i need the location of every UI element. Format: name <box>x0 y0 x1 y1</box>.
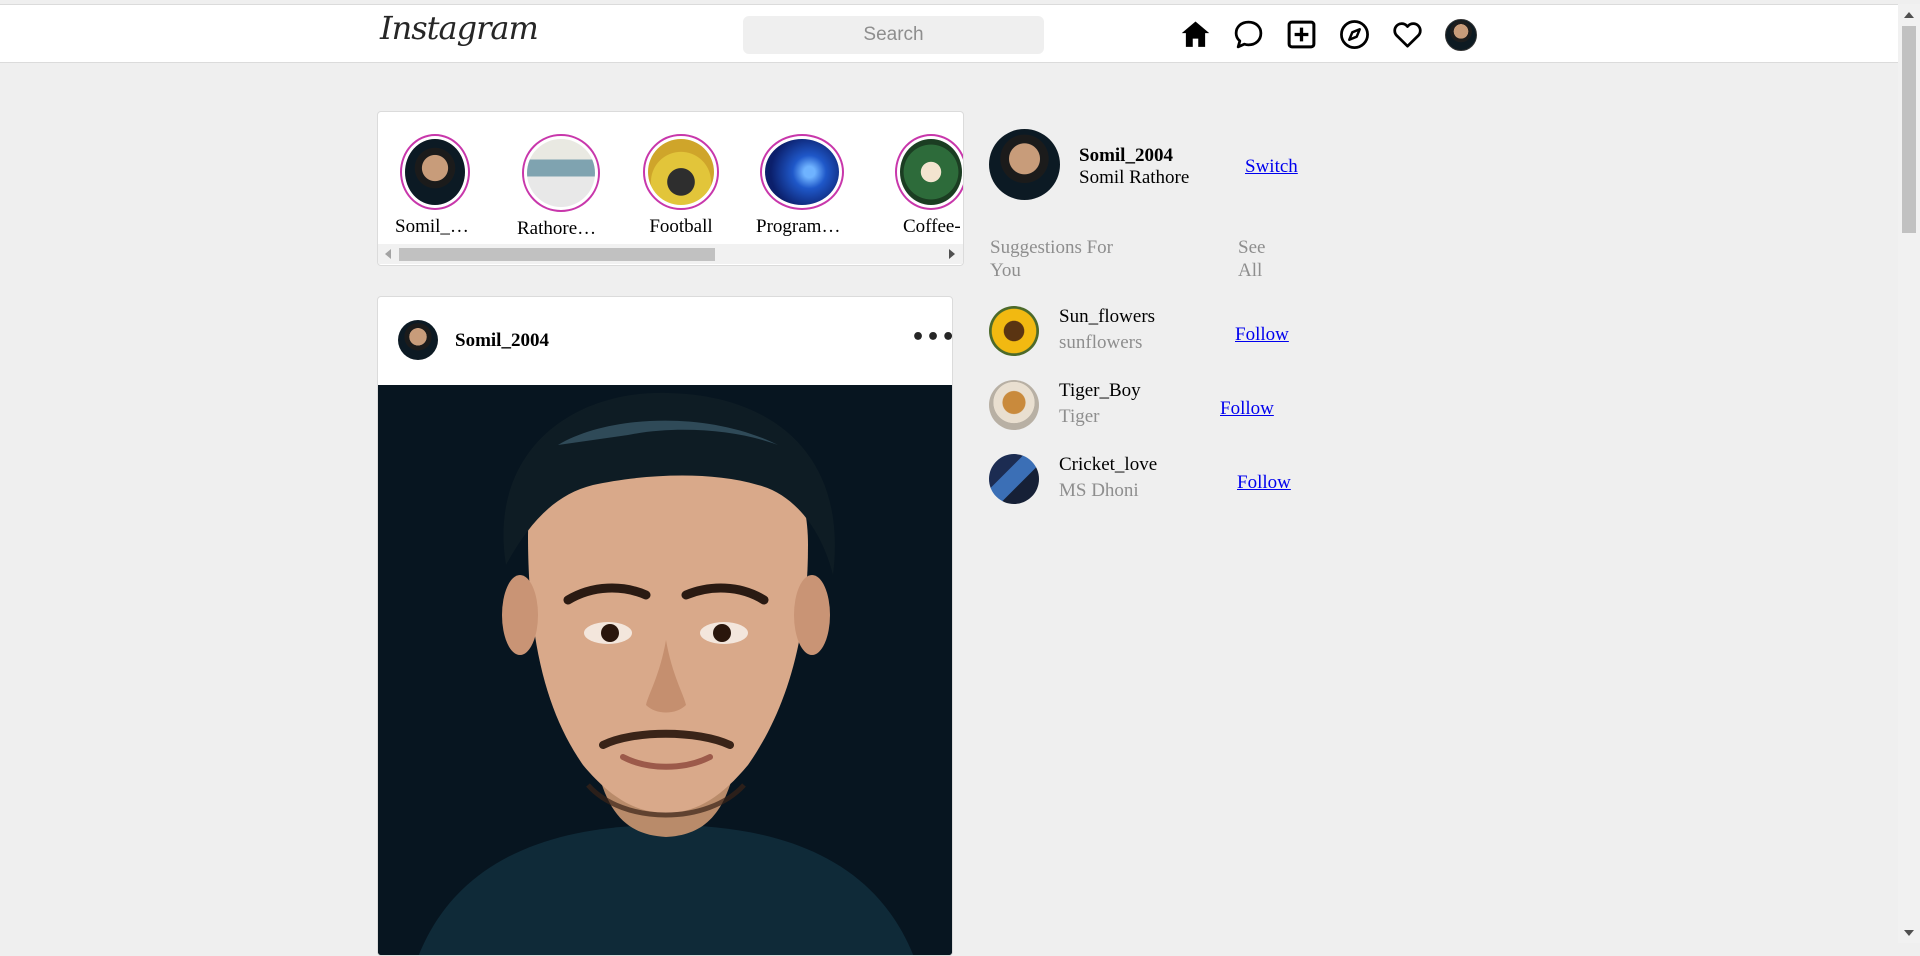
current-user-avatar[interactable] <box>989 129 1060 200</box>
story-ring <box>400 134 470 210</box>
post-header: Somil_2004 ••• <box>378 297 952 385</box>
nav-icons <box>1178 17 1478 52</box>
suggestion-avatar[interactable] <box>989 306 1039 356</box>
avatar <box>1444 18 1477 51</box>
follow-button[interactable]: Follow <box>1220 398 1274 420</box>
follow-button[interactable]: Follow <box>1235 324 1289 346</box>
suggestion-subtitle: MS Dhoni <box>1059 480 1139 501</box>
story-label: Football <box>649 216 713 237</box>
activity-heart-icon[interactable] <box>1390 17 1425 52</box>
post-photo <box>378 385 952 955</box>
suggestion-username[interactable]: Sun_flowers <box>1059 306 1155 328</box>
suggestion-avatar[interactable] <box>989 380 1039 430</box>
more-options-icon[interactable]: ••• <box>911 325 952 350</box>
story-item[interactable]: Football <box>631 134 731 238</box>
suggestion-subtitle: sunflowers <box>1059 332 1143 353</box>
feed-post: Somil_2004 ••• <box>377 296 953 956</box>
top-navigation-bar: Instagram <box>0 4 1898 63</box>
scroll-left-arrow[interactable] <box>385 249 391 259</box>
story-item[interactable]: Coffee- <box>895 134 963 238</box>
suggestion-username[interactable]: Cricket_love <box>1059 454 1157 476</box>
follow-button[interactable]: Follow <box>1237 472 1291 494</box>
story-ring <box>895 134 963 210</box>
story-image <box>405 139 465 205</box>
story-image <box>527 139 595 207</box>
story-label: Programming <box>756 216 848 237</box>
post-author-username[interactable]: Somil_2004 <box>455 330 549 352</box>
story-image <box>765 139 839 205</box>
scroll-down-arrow[interactable] <box>1904 930 1914 936</box>
story-item[interactable]: Rathore_Somil <box>511 134 611 240</box>
story-label: Somil_2004 <box>395 216 475 237</box>
story-ring <box>522 134 600 212</box>
messages-icon[interactable] <box>1231 17 1266 52</box>
suggestion-username[interactable]: Tiger_Boy <box>1059 380 1141 402</box>
suggestion-item: Tiger_Boy Tiger Follow <box>989 380 1309 432</box>
suggestion-subtitle: Tiger <box>1059 406 1100 427</box>
current-user-username[interactable]: Somil_2004 <box>1079 145 1173 167</box>
see-all-link[interactable]: See All <box>1238 236 1278 282</box>
suggestions-heading: Suggestions For You <box>990 237 1113 281</box>
story-ring <box>760 134 844 210</box>
scrollbar-thumb[interactable] <box>1902 26 1916 233</box>
story-item[interactable]: Programming <box>752 134 852 238</box>
profile-avatar[interactable] <box>1443 17 1478 52</box>
story-label: Coffee- <box>903 216 961 237</box>
current-user-fullname: Somil Rathore <box>1079 167 1190 188</box>
story-label: Rathore_Somil <box>517 218 605 239</box>
suggestion-item: Sun_flowers sunflowers Follow <box>989 306 1309 358</box>
instagram-logo[interactable]: Instagram <box>380 9 539 47</box>
story-item[interactable]: Somil_2004 <box>385 134 485 238</box>
stories-tray: Somil_2004 Rathore_Somil Football Progra… <box>377 111 964 266</box>
story-image <box>900 139 962 205</box>
scrollbar-thumb[interactable] <box>399 248 715 261</box>
scroll-right-arrow[interactable] <box>949 249 955 259</box>
new-post-icon[interactable] <box>1284 17 1319 52</box>
horizontal-scrollbar[interactable] <box>378 244 963 264</box>
vertical-scrollbar[interactable] <box>1898 4 1920 943</box>
post-image[interactable] <box>378 385 952 955</box>
switch-account-link[interactable]: Switch <box>1245 156 1298 178</box>
post-author-avatar[interactable] <box>398 320 438 360</box>
scroll-up-arrow[interactable] <box>1904 12 1914 18</box>
explore-icon[interactable] <box>1337 17 1372 52</box>
story-image <box>648 139 714 205</box>
suggestion-item: Cricket_love MS Dhoni Follow <box>989 454 1309 506</box>
home-icon[interactable] <box>1178 17 1213 52</box>
suggestion-avatar[interactable] <box>989 454 1039 504</box>
story-ring <box>643 134 719 210</box>
search-input[interactable] <box>743 16 1044 54</box>
